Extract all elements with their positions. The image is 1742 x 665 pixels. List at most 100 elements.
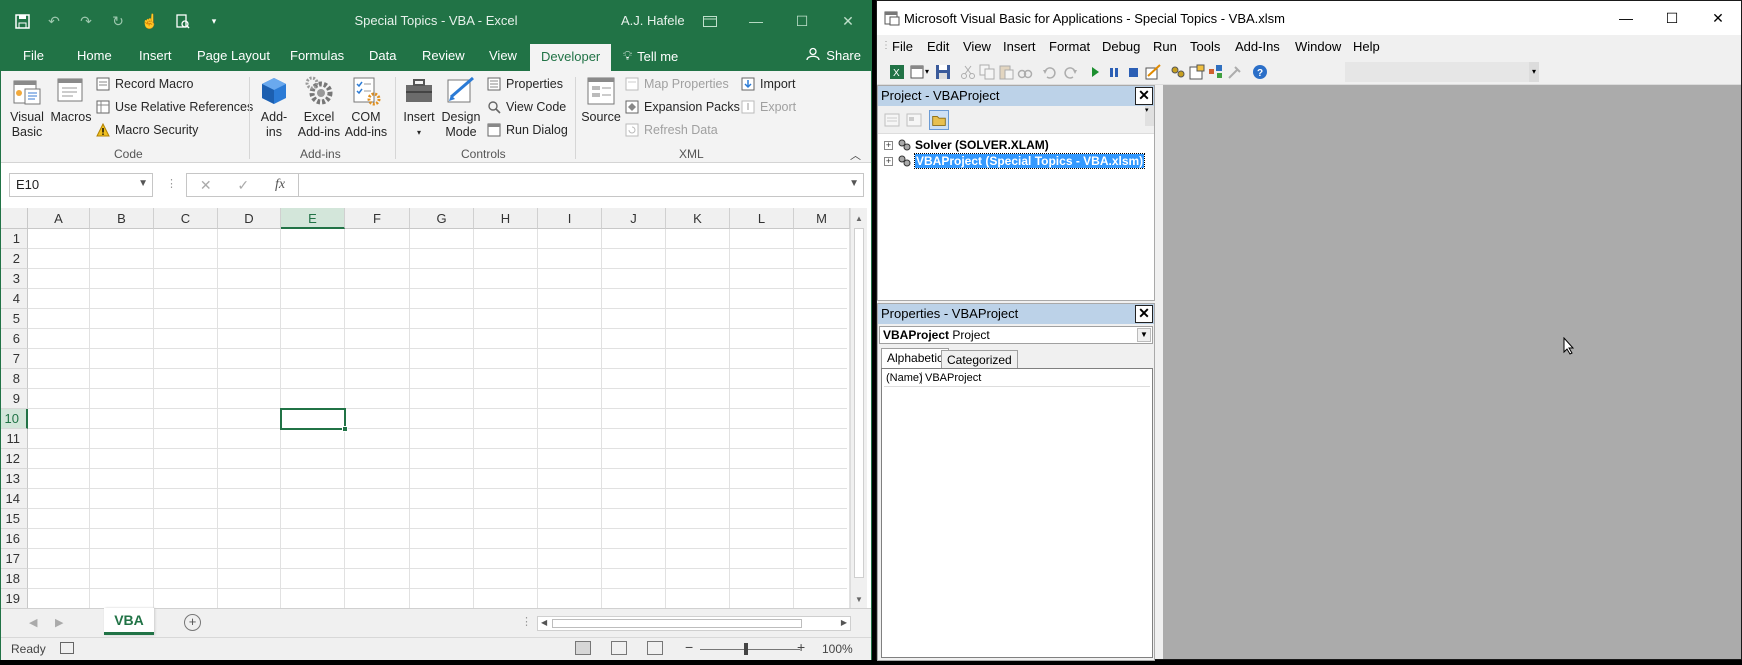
- sheet-tab-vba[interactable]: VBA: [104, 608, 154, 635]
- column-header[interactable]: A: [28, 208, 90, 229]
- row-header[interactable]: 11: [1, 429, 28, 449]
- menu-run[interactable]: Run: [1153, 39, 1177, 54]
- row-header[interactable]: 8: [1, 369, 28, 389]
- refresh-data-button[interactable]: Refresh Data: [625, 123, 718, 137]
- zoom-level[interactable]: 100%: [822, 642, 853, 656]
- minimize-icon[interactable]: —: [1603, 1, 1649, 35]
- enter-icon[interactable]: ✓: [237, 177, 249, 194]
- object-selector[interactable]: VBAProject Project ▼: [879, 326, 1153, 344]
- tab-page-layout[interactable]: Page Layout: [197, 48, 270, 63]
- column-header[interactable]: E: [281, 208, 345, 229]
- tree-item-solver[interactable]: + Solver (SOLVER.XLAM): [884, 138, 1049, 152]
- maximize-icon[interactable]: ☐: [1649, 1, 1695, 35]
- fill-handle[interactable]: [342, 426, 348, 432]
- toolbar-overflow-icon[interactable]: ▾: [1529, 62, 1539, 82]
- tree-item-vbaproject[interactable]: + VBAProject (Special Topics - VBA.xlsm): [884, 153, 1146, 169]
- undo-icon[interactable]: ↶: [45, 12, 63, 30]
- menu-debug[interactable]: Debug: [1102, 39, 1140, 54]
- collapse-ribbon-icon[interactable]: ︿: [850, 147, 861, 163]
- view-code-icon[interactable]: [882, 110, 902, 130]
- undo-icon[interactable]: [1042, 64, 1058, 80]
- property-row[interactable]: (Name) VBAProject: [884, 371, 1150, 387]
- refresh-icon[interactable]: ↻: [109, 12, 127, 30]
- run-icon[interactable]: [1087, 64, 1103, 80]
- tab-developer[interactable]: Developer: [530, 44, 612, 71]
- copy-icon[interactable]: [979, 64, 995, 80]
- design-mode-icon[interactable]: [1145, 64, 1161, 80]
- run-dialog-button[interactable]: Run Dialog: [487, 123, 568, 137]
- tab-view[interactable]: View: [489, 48, 517, 63]
- paste-icon[interactable]: [998, 64, 1014, 80]
- add-sheet-icon[interactable]: +: [184, 614, 201, 631]
- row-header[interactable]: 12: [1, 449, 28, 469]
- row-header[interactable]: 5: [1, 309, 28, 329]
- close-icon[interactable]: ✕: [1135, 87, 1153, 105]
- select-all-corner[interactable]: [1, 208, 28, 229]
- project-explorer-icon[interactable]: [1170, 64, 1186, 80]
- worksheet-grid[interactable]: ABCDEFGHIJKLM 1 2 3 4 5 6 7 8 9 10 11 12 13 14 15 16 17 1…: [1, 208, 871, 608]
- reset-icon[interactable]: [1125, 64, 1141, 80]
- row-header[interactable]: 15: [1, 509, 28, 529]
- cancel-icon[interactable]: ✕: [200, 177, 212, 194]
- save-icon[interactable]: [935, 64, 951, 80]
- menu-edit[interactable]: Edit: [927, 39, 949, 54]
- active-cell[interactable]: [280, 408, 346, 430]
- touch-mode-icon[interactable]: ☝: [141, 12, 159, 30]
- row-header[interactable]: 3: [1, 269, 28, 289]
- user-name[interactable]: A.J. Hafele: [621, 13, 685, 28]
- tell-me-box[interactable]: 💡︎ Tell me: [623, 48, 678, 64]
- horizontal-scroll-thumb[interactable]: [552, 619, 802, 628]
- splitter-icon[interactable]: ⋮: [521, 615, 532, 628]
- view-excel-icon[interactable]: X: [889, 64, 905, 80]
- menu-tools[interactable]: Tools: [1190, 39, 1220, 54]
- tab-formulas[interactable]: Formulas: [290, 48, 344, 63]
- column-header[interactable]: L: [730, 208, 794, 229]
- close-icon[interactable]: ✕: [1135, 305, 1153, 323]
- find-icon[interactable]: [1017, 64, 1033, 80]
- property-value[interactable]: VBAProject: [925, 372, 981, 384]
- zoom-slider[interactable]: [700, 649, 800, 650]
- drag-handle-icon[interactable]: ⋮: [166, 177, 177, 190]
- redo-icon[interactable]: [1062, 64, 1078, 80]
- row-header[interactable]: 16: [1, 529, 28, 549]
- maximize-icon[interactable]: ☐: [779, 1, 825, 41]
- formula-input[interactable]: ▼: [298, 173, 864, 197]
- row-header[interactable]: 9: [1, 389, 28, 409]
- expand-icon[interactable]: +: [884, 156, 893, 166]
- tab-home[interactable]: Home: [77, 48, 112, 63]
- row-header[interactable]: 13: [1, 469, 28, 489]
- row-header[interactable]: 17: [1, 549, 28, 569]
- import-button[interactable]: Import: [741, 77, 795, 91]
- menu-view[interactable]: View: [963, 39, 991, 54]
- zoom-in-icon[interactable]: +: [797, 639, 805, 655]
- macros-button[interactable]: Macros: [50, 75, 92, 125]
- column-header[interactable]: M: [794, 208, 850, 229]
- view-code-button[interactable]: View Code: [487, 100, 566, 114]
- code-window-area[interactable]: [1163, 85, 1741, 659]
- row-header[interactable]: 6: [1, 329, 28, 349]
- name-box[interactable]: E10 ▼: [9, 173, 153, 197]
- excel-add-ins-button[interactable]: Excel Add-ins: [296, 75, 342, 140]
- insert-control-button[interactable]: Insert ▾: [401, 75, 437, 140]
- tab-data[interactable]: Data: [369, 48, 396, 63]
- tab-insert[interactable]: Insert: [139, 48, 172, 63]
- design-mode-button[interactable]: Design Mode: [441, 75, 481, 140]
- column-header[interactable]: H: [474, 208, 538, 229]
- com-add-ins-button[interactable]: COM Add-ins: [343, 75, 389, 140]
- expansion-packs-button[interactable]: Expansion Packs: [625, 100, 740, 114]
- view-object-icon[interactable]: [904, 110, 924, 130]
- pane-dropdown-icon[interactable]: ▾: [1145, 106, 1154, 126]
- insert-userform-icon[interactable]: [910, 64, 926, 80]
- column-header[interactable]: B: [90, 208, 154, 229]
- object-browser-icon[interactable]: [1208, 64, 1224, 80]
- redo-icon[interactable]: ↷: [77, 12, 95, 30]
- chevron-down-icon[interactable]: ▼: [138, 178, 148, 189]
- menu-add-ins[interactable]: Add-Ins: [1235, 39, 1280, 54]
- macro-recording-icon[interactable]: [60, 642, 74, 654]
- horizontal-scrollbar[interactable]: ◀ ▶: [537, 616, 851, 631]
- chevron-down-icon[interactable]: ▼: [1137, 328, 1151, 342]
- help-icon[interactable]: ?: [1252, 64, 1268, 80]
- prev-sheet-icon[interactable]: ◀: [29, 616, 37, 629]
- toggle-folders-icon[interactable]: [929, 110, 949, 130]
- expand-formula-bar-icon[interactable]: ▼: [849, 178, 859, 189]
